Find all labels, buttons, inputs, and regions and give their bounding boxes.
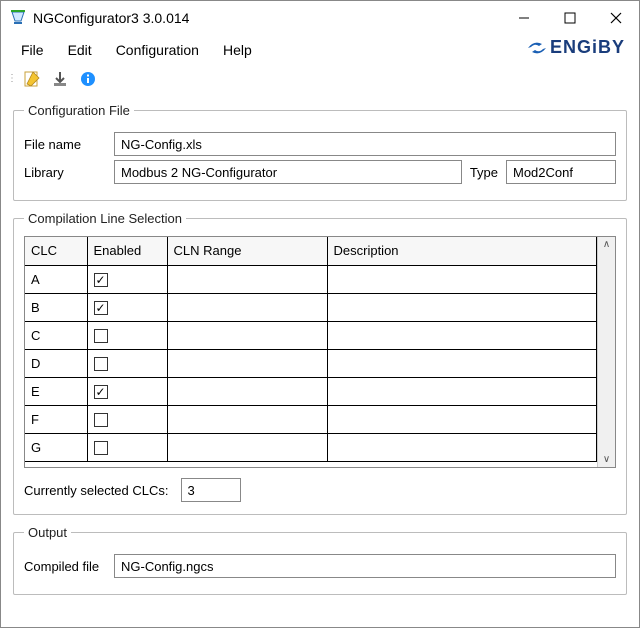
menu-help[interactable]: Help [211, 38, 264, 62]
app-window: NGConfigurator3 3.0.014 File Edit Config… [0, 0, 640, 628]
clc-scrollbar[interactable]: ∧ ∨ [597, 237, 615, 467]
cell-clc: B [25, 293, 87, 321]
cell-enabled: ✓ [87, 377, 167, 405]
window-title: NGConfigurator3 3.0.014 [33, 10, 501, 26]
cell-range [167, 349, 327, 377]
cell-description [327, 433, 597, 461]
cell-range [167, 293, 327, 321]
menu-edit[interactable]: Edit [56, 38, 104, 62]
group-output: Output Compiled file NG-Config.ngcs [13, 525, 627, 595]
selected-count-field[interactable]: 3 [181, 478, 241, 502]
close-button[interactable] [593, 1, 639, 35]
window-controls [501, 1, 639, 35]
label-type: Type [462, 165, 506, 180]
selected-count-value: 3 [188, 483, 195, 498]
enabled-checkbox[interactable] [94, 441, 108, 455]
header-clc[interactable]: CLC [25, 237, 87, 265]
group-configuration-file: Configuration File File name NG-Config.x… [13, 103, 627, 201]
cell-range [167, 377, 327, 405]
maximize-button[interactable] [547, 1, 593, 35]
table-row[interactable]: C [25, 321, 597, 349]
table-row[interactable]: B✓ [25, 293, 597, 321]
titlebar: NGConfigurator3 3.0.014 [1, 1, 639, 35]
legend-configuration-file: Configuration File [24, 103, 134, 118]
cell-clc: A [25, 265, 87, 293]
cell-description [327, 321, 597, 349]
group-clc: Compilation Line Selection CLC Enabled C… [13, 211, 627, 515]
header-range[interactable]: CLN Range [167, 237, 327, 265]
table-row[interactable]: E✓ [25, 377, 597, 405]
enabled-checkbox[interactable] [94, 329, 108, 343]
cell-enabled: ✓ [87, 293, 167, 321]
cell-range [167, 321, 327, 349]
cell-enabled [87, 405, 167, 433]
menubar: File Edit Configuration Help ENGiBY [1, 35, 639, 65]
table-row[interactable]: D [25, 349, 597, 377]
legend-clc: Compilation Line Selection [24, 211, 186, 226]
compiled-file-value: NG-Config.ngcs [121, 559, 213, 574]
enabled-checkbox[interactable] [94, 357, 108, 371]
type-value: Mod2Conf [513, 165, 573, 180]
cell-clc: D [25, 349, 87, 377]
cell-range [167, 433, 327, 461]
cell-description [327, 293, 597, 321]
library-value: Modbus 2 NG-Configurator [121, 165, 277, 180]
file-name-field[interactable]: NG-Config.xls [114, 132, 616, 156]
enabled-checkbox[interactable]: ✓ [94, 301, 108, 315]
file-name-value: NG-Config.xls [121, 137, 202, 152]
table-row[interactable]: F [25, 405, 597, 433]
cell-clc: G [25, 433, 87, 461]
menu-file[interactable]: File [9, 38, 56, 62]
cell-enabled: ✓ [87, 265, 167, 293]
edit-icon[interactable] [21, 68, 43, 90]
content-area: Configuration File File name NG-Config.x… [1, 93, 639, 627]
header-enabled[interactable]: Enabled [87, 237, 167, 265]
scroll-up-icon[interactable]: ∧ [603, 239, 610, 250]
legend-output: Output [24, 525, 71, 540]
table-row[interactable]: A✓ [25, 265, 597, 293]
menu-configuration[interactable]: Configuration [104, 38, 211, 62]
cell-enabled [87, 349, 167, 377]
cell-description [327, 265, 597, 293]
cell-clc: C [25, 321, 87, 349]
enabled-checkbox[interactable]: ✓ [94, 273, 108, 287]
brand-text: ENGiBY [550, 37, 625, 58]
cell-enabled [87, 433, 167, 461]
clc-table-container: CLC Enabled CLN Range Description A✓B✓CD… [24, 236, 616, 468]
type-field[interactable]: Mod2Conf [506, 160, 616, 184]
cell-range [167, 405, 327, 433]
label-file-name: File name [24, 137, 114, 152]
cell-range [167, 265, 327, 293]
enabled-checkbox[interactable]: ✓ [94, 385, 108, 399]
label-selected-count: Currently selected CLCs: [24, 483, 169, 498]
minimize-button[interactable] [501, 1, 547, 35]
toolbar: ⋮ [1, 65, 639, 93]
toolbar-grip: ⋮ [7, 76, 15, 82]
cell-clc: F [25, 405, 87, 433]
header-description[interactable]: Description [327, 237, 597, 265]
compiled-file-field[interactable]: NG-Config.ngcs [114, 554, 616, 578]
info-icon[interactable] [77, 68, 99, 90]
label-compiled-file: Compiled file [24, 559, 114, 574]
label-library: Library [24, 165, 114, 180]
cell-enabled [87, 321, 167, 349]
clc-table: CLC Enabled CLN Range Description A✓B✓CD… [25, 237, 597, 462]
enabled-checkbox[interactable] [94, 413, 108, 427]
cell-clc: E [25, 377, 87, 405]
cell-description [327, 405, 597, 433]
cell-description [327, 349, 597, 377]
compile-icon[interactable] [49, 68, 71, 90]
brand-logo: ENGiBY [526, 37, 625, 58]
scroll-down-icon[interactable]: ∨ [603, 454, 610, 465]
table-row[interactable]: G [25, 433, 597, 461]
library-field[interactable]: Modbus 2 NG-Configurator [114, 160, 462, 184]
cell-description [327, 377, 597, 405]
app-icon [9, 9, 27, 27]
